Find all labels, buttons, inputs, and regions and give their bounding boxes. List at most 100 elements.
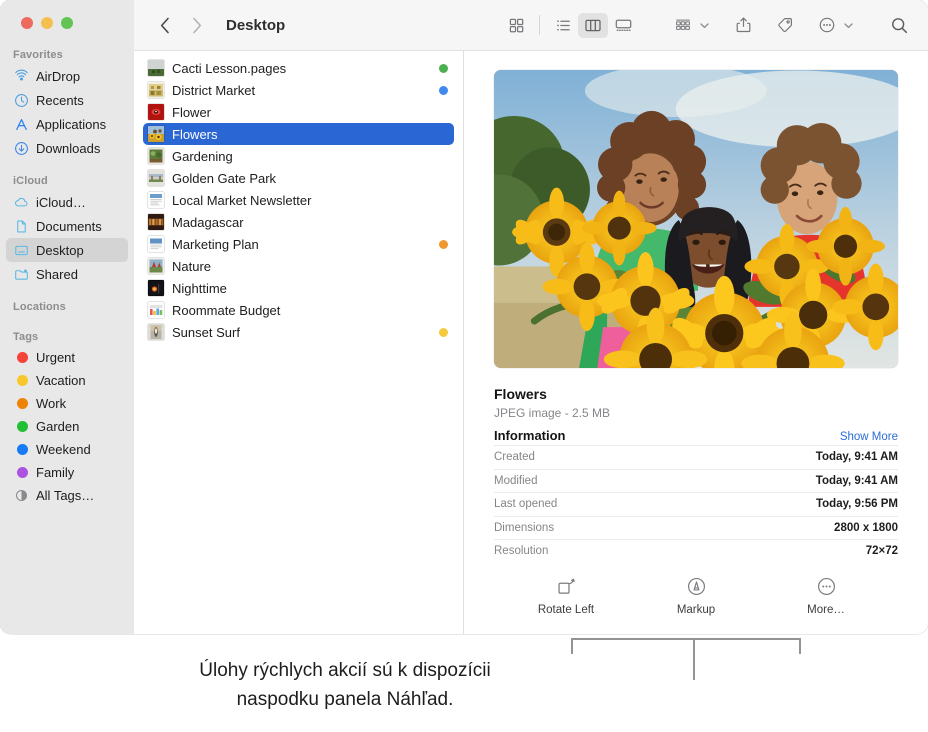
quick-action-rotate-left[interactable]: Rotate Left: [527, 576, 605, 616]
image-thumbnail-market: [148, 82, 164, 98]
info-value: 2800 x 1800: [834, 521, 898, 534]
show-more-link[interactable]: Show More: [840, 431, 898, 443]
close-button[interactable]: [21, 17, 33, 29]
sidebar-item-label: Weekend: [36, 442, 91, 457]
sidebar-item-label: Garden: [36, 419, 80, 434]
view-mode-group: [501, 12, 638, 38]
tag-dot-icon: [13, 350, 29, 366]
file-row-cacti-lesson[interactable]: Cacti Lesson.pages: [143, 57, 454, 79]
toolbar-divider: [539, 15, 540, 35]
info-value: 72×72: [865, 545, 898, 558]
file-list-column[interactable]: Cacti Lesson.pages District Market Flowe…: [134, 51, 464, 634]
file-row-marketing-plan[interactable]: Marketing Plan: [143, 233, 454, 255]
list-view-button[interactable]: [548, 13, 578, 38]
sidebar-item-label: Shared: [36, 266, 78, 282]
info-value: Today, 9:41 AM: [815, 451, 898, 464]
file-row-sunset-surf[interactable]: Sunset Surf: [143, 321, 454, 343]
quick-actions-row: Rotate Left Markup More…: [464, 576, 928, 616]
file-row-flowers[interactable]: Flowers: [143, 123, 454, 145]
quick-action-markup[interactable]: Markup: [657, 576, 735, 616]
sidebar-section-locations: Locations: [13, 301, 66, 313]
chevron-down-icon[interactable]: [843, 20, 854, 31]
file-tag-dot: [439, 327, 448, 337]
image-thumbnail-madagascar: [148, 214, 164, 230]
image-thumbnail-nature: [148, 258, 164, 274]
cloud-icon: [13, 194, 29, 210]
image-thumbnail-ggpark: [148, 170, 164, 186]
sidebar-tag-urgent[interactable]: Urgent: [6, 346, 128, 369]
preview-image-container: [464, 51, 928, 368]
document-thumbnail-plan: [148, 236, 164, 252]
quick-action-more[interactable]: More…: [787, 576, 865, 616]
info-value: Today, 9:56 PM: [815, 498, 898, 511]
file-row-local-market-newsletter[interactable]: Local Market Newsletter: [143, 189, 454, 211]
forward-button[interactable]: [188, 14, 206, 36]
file-name: Flowers: [172, 126, 218, 142]
image-thumbnail-gardening: [148, 148, 164, 164]
image-thumbnail-surf: [148, 324, 164, 340]
document-thumbnail-budget: [148, 302, 164, 318]
file-row-flower[interactable]: Flower: [143, 101, 454, 123]
tag-dot-icon: [13, 465, 29, 481]
tag-dot-icon: [13, 419, 29, 435]
gallery-view-button[interactable]: [608, 13, 638, 38]
traffic-lights: [0, 0, 134, 29]
sidebar-tag-weekend[interactable]: Weekend: [6, 438, 128, 461]
info-key: Created: [494, 451, 535, 464]
file-name: Nature: [172, 258, 212, 274]
file-row-nighttime[interactable]: Nighttime: [143, 277, 454, 299]
markup-icon: [685, 576, 707, 598]
navigation-arrows: [156, 14, 206, 36]
sidebar-item-applications[interactable]: Applications: [6, 112, 128, 136]
column-browser: Cacti Lesson.pages District Market Flowe…: [134, 51, 928, 634]
file-tag-dot: [439, 239, 448, 249]
sidebar-tag-all-tags[interactable]: All Tags…: [6, 484, 128, 507]
sidebar-item-desktop[interactable]: Desktop: [6, 238, 128, 262]
sidebar-section-favorites: Favorites: [13, 49, 63, 61]
file-row-madagascar[interactable]: Madagascar: [143, 211, 454, 233]
more-actions-button[interactable]: [812, 13, 842, 38]
chevron-down-icon[interactable]: [699, 20, 710, 31]
file-name: Nighttime: [172, 280, 227, 296]
file-name: Flower: [172, 104, 212, 120]
file-row-gardening[interactable]: Gardening: [143, 145, 454, 167]
sidebar-item-recents[interactable]: Recents: [6, 88, 128, 112]
share-button[interactable]: [728, 13, 758, 38]
file-row-roommate-budget[interactable]: Roommate Budget: [143, 299, 454, 321]
sidebar-section-tags: Tags: [13, 331, 39, 343]
page-title: Desktop: [226, 16, 286, 34]
sidebar-item-documents[interactable]: Documents: [6, 214, 128, 238]
file-row-nature[interactable]: Nature: [143, 255, 454, 277]
sidebar-item-label: Recents: [36, 92, 84, 108]
download-icon: [13, 140, 29, 156]
sidebar-item-icloud[interactable]: iCloud…: [6, 190, 128, 214]
minimize-button[interactable]: [41, 17, 53, 29]
preview-file-subtitle: JPEG image - 2.5 MB: [494, 406, 611, 420]
file-name: Gardening: [172, 148, 233, 164]
sidebar-tag-family[interactable]: Family: [6, 461, 128, 484]
file-row-district-market[interactable]: District Market: [143, 79, 454, 101]
airdrop-icon: [13, 68, 29, 84]
file-name: Golden Gate Park: [172, 170, 277, 186]
column-view-button[interactable]: [578, 12, 608, 38]
file-name: Cacti Lesson.pages: [172, 60, 287, 76]
info-row-modified: Modified Today, 9:41 AM: [494, 468, 898, 493]
sidebar-item-downloads[interactable]: Downloads: [6, 136, 128, 160]
applications-icon: [13, 116, 29, 132]
icon-view-button[interactable]: [501, 13, 531, 38]
sidebar-tag-vacation[interactable]: Vacation: [6, 369, 128, 392]
group-by-button[interactable]: [668, 13, 698, 38]
more-circle-icon: [815, 576, 837, 598]
tag-dot-icon: [13, 373, 29, 389]
sidebar-item-shared[interactable]: Shared: [6, 262, 128, 286]
tags-button[interactable]: [770, 13, 800, 38]
info-row-dimensions: Dimensions 2800 x 1800: [494, 515, 898, 540]
sidebar-tag-work[interactable]: Work: [6, 392, 128, 415]
file-row-golden-gate-park[interactable]: Golden Gate Park: [143, 167, 454, 189]
zoom-button[interactable]: [61, 17, 73, 29]
file-tag-dot: [439, 85, 448, 95]
back-button[interactable]: [156, 14, 174, 36]
search-button[interactable]: [884, 13, 914, 38]
sidebar-item-airdrop[interactable]: AirDrop: [6, 64, 128, 88]
sidebar-tag-garden[interactable]: Garden: [6, 415, 128, 438]
